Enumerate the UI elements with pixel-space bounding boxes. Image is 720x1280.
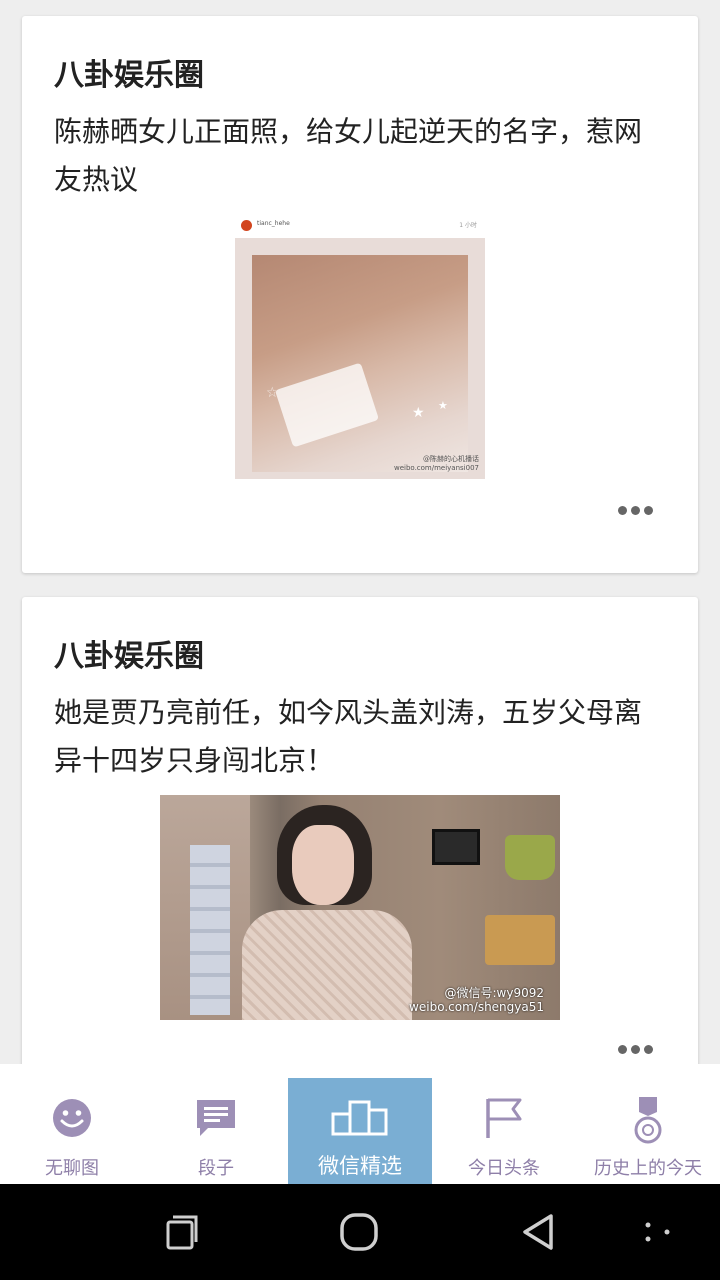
chat-bubble-icon: [197, 1100, 235, 1136]
watermark-line: weibo.com/meiyansi007: [393, 464, 479, 472]
recent-apps-icon[interactable]: [160, 1212, 200, 1252]
medal-icon: [634, 1097, 662, 1144]
tab-label: 无聊图: [45, 1158, 99, 1179]
background-basket: [485, 915, 555, 965]
article-card[interactable]: 八卦娱乐圈 她是贾乃亮前任，如今风头盖刘涛，五岁父母离异十四岁只身闯北京！ @微…: [22, 597, 698, 1064]
person-body: [242, 910, 412, 1020]
system-nav-bar: [0, 1184, 720, 1280]
more-options-button[interactable]: [618, 506, 654, 516]
article-card[interactable]: 八卦娱乐圈 陈赫晒女儿正面照，给女儿起逆天的名字，惹网友热议 tianc_heh…: [22, 16, 698, 573]
article-feed[interactable]: 八卦娱乐圈 陈赫晒女儿正面照，给女儿起逆天的名字，惹网友热议 tianc_heh…: [0, 0, 720, 1064]
avatar: [241, 220, 252, 231]
bottom-tab-bar: 无聊图 段子 微信精选 今日头条 历史上的今天: [0, 1064, 720, 1184]
article-image[interactable]: tianc_hehe 1 小时 ★ ★ ☆ @陈赫的心机播话 weibo.com…: [235, 214, 485, 479]
article-headline[interactable]: 她是贾乃亮前任，如今风头盖刘涛，五岁父母离异十四岁只身闯北京！: [54, 689, 668, 785]
article-headline[interactable]: 陈赫晒女儿正面照，给女儿起逆天的名字，惹网友热议: [54, 108, 668, 204]
watermark-line: weibo.com/shengya51: [409, 1000, 544, 1014]
image-timestamp: 1 小时: [459, 222, 477, 229]
tab-label: 微信精选: [318, 1154, 402, 1178]
back-icon[interactable]: [519, 1212, 559, 1252]
tab-label: 历史上的今天: [594, 1158, 702, 1179]
tab-boring-pics[interactable]: 无聊图: [0, 1078, 144, 1184]
more-options-button[interactable]: [618, 1045, 654, 1055]
smiley-icon: [53, 1099, 91, 1137]
background-bag: [505, 835, 555, 880]
tab-wechat-picks[interactable]: 微信精选: [288, 1078, 432, 1184]
image-username: tianc_hehe: [257, 220, 290, 227]
tab-label: 段子: [198, 1158, 234, 1179]
background-tv: [432, 829, 480, 865]
background-organizer: [190, 845, 230, 1015]
article-source: 八卦娱乐圈: [54, 639, 204, 674]
image-watermark: @陈赫的心机播话 weibo.com/meiyansi007: [394, 455, 479, 473]
app-screen: 八卦娱乐圈 陈赫晒女儿正面照，给女儿起逆天的名字，惹网友热议 tianc_heh…: [0, 0, 720, 1280]
home-icon[interactable]: [339, 1212, 379, 1252]
flag-icon: [486, 1098, 522, 1138]
baby-photo: ★ ★ ☆: [252, 255, 468, 472]
star-icon: ★: [412, 405, 425, 421]
watermark-line: @微信号:wy9092: [444, 986, 545, 1000]
article-source: 八卦娱乐圈: [54, 58, 204, 93]
star-icon: ☆: [266, 385, 279, 401]
star-icon: ★: [438, 399, 448, 412]
menu-icon[interactable]: [638, 1212, 678, 1252]
image-watermark: @微信号:wy9092 weibo.com/shengya51: [409, 986, 544, 1014]
watermark-line: @陈赫的心机播话: [423, 455, 479, 463]
photo: ★ ★ ☆ @陈赫的心机播话 weibo.com/meiyansi007: [235, 238, 485, 479]
person-face: [292, 825, 354, 905]
tab-jokes[interactable]: 段子: [144, 1078, 288, 1184]
tab-headlines[interactable]: 今日头条: [432, 1078, 576, 1184]
tab-label: 今日头条: [468, 1158, 540, 1179]
podium-icon: [331, 1100, 388, 1136]
tissue-shape: [274, 362, 380, 448]
tab-history-today[interactable]: 历史上的今天: [576, 1078, 720, 1184]
article-image[interactable]: @微信号:wy9092 weibo.com/shengya51: [160, 795, 560, 1020]
